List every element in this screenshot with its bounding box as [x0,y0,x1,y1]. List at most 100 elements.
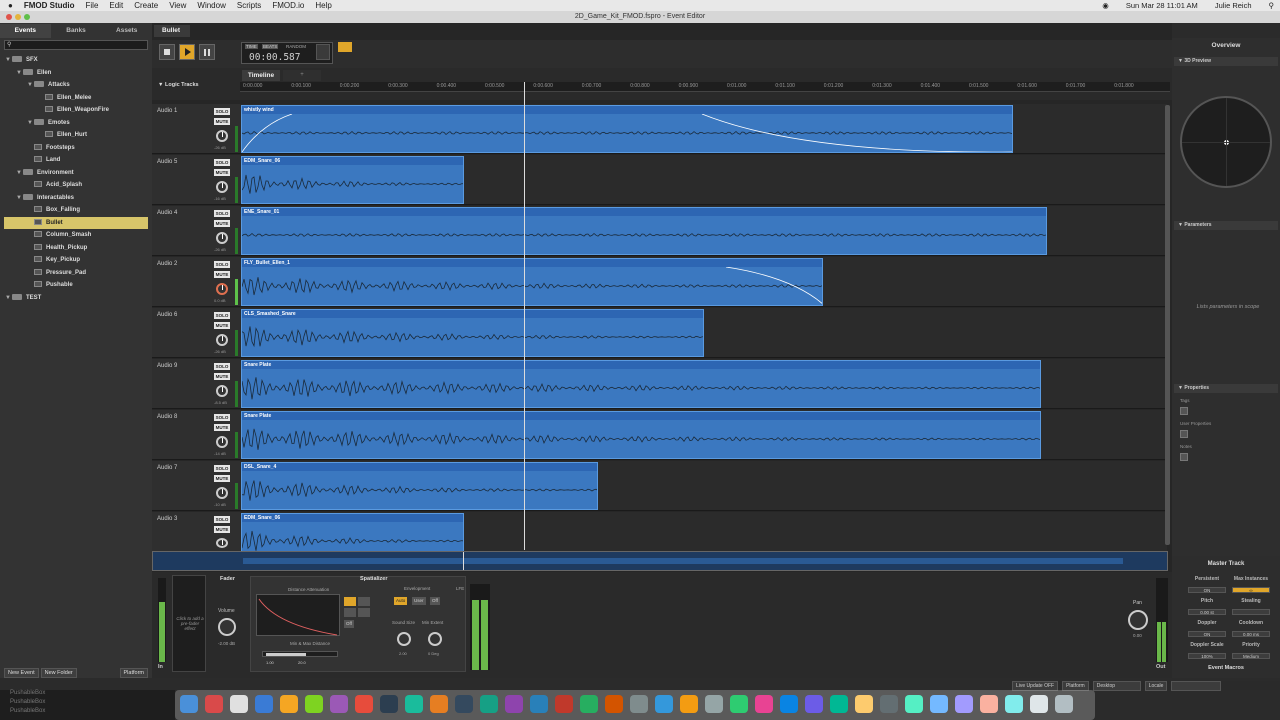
mute-button[interactable]: MUTE [214,271,230,278]
time-mode-random[interactable]: RANDOM [286,44,306,49]
clip-title-bar[interactable]: Snare Plate [242,412,1040,420]
dock-app-icon[interactable] [330,695,348,713]
menu-view[interactable]: View [169,1,186,10]
3d-preview-header[interactable]: ▼ 3D Preview [1174,57,1278,66]
tree-event[interactable]: Pressure_Pad [4,267,148,279]
track-volume-knob[interactable] [216,130,228,142]
solo-button[interactable]: SOLO [214,465,230,472]
dock-app-icon[interactable] [505,695,523,713]
solo-button[interactable]: SOLO [214,210,230,217]
tree-event[interactable]: Ellen_WeaponFire [4,104,148,116]
add-tab-button[interactable]: + [283,70,321,81]
search-icon[interactable]: ⚲ [1269,1,1275,10]
clip-title-bar[interactable]: DSL_Snare_4 [242,463,597,471]
track-volume-knob[interactable] [216,487,228,499]
track-volume-knob[interactable] [216,436,228,448]
dock-app-icon[interactable] [355,695,373,713]
menu-window[interactable]: Window [197,1,225,10]
tree-event[interactable]: Box_Falling [4,204,148,216]
solo-button[interactable]: SOLO [214,414,230,421]
pan-knob[interactable] [1128,610,1148,630]
tree-event[interactable]: Land [4,154,148,166]
envelopment-user[interactable]: User [412,597,426,605]
add-note-button[interactable] [1180,453,1188,461]
tree-event[interactable]: Acid_Splash [4,179,148,191]
expand-icon[interactable]: ▼ [15,67,23,79]
properties-header[interactable]: ▼ Properties [1174,384,1278,393]
timeline-scrollbar[interactable] [1165,105,1170,545]
mute-button[interactable]: MUTE [214,220,230,227]
mute-button[interactable]: MUTE [214,373,230,380]
dock-app-icon[interactable] [1055,695,1073,713]
curve-type-linear-squared[interactable] [344,597,356,606]
expand-icon[interactable]: ▼ [4,292,12,304]
dock-app-icon[interactable] [1030,695,1048,713]
solo-button[interactable]: SOLO [214,516,230,523]
tree-folder[interactable]: ▼ Environment [4,167,148,179]
mute-button[interactable]: MUTE [214,169,230,176]
mute-button[interactable]: MUTE [214,322,230,329]
cooldown-field[interactable]: 0.00 ms [1232,631,1270,637]
min-distance-value[interactable]: 1.00 [266,660,274,665]
tree-event[interactable]: Ellen_Hurt [4,129,148,141]
envelopment-auto[interactable]: Auto [394,597,408,605]
dock-app-icon[interactable] [655,695,673,713]
minimize-window-button[interactable] [15,14,21,20]
tab-events[interactable]: Events [0,24,51,38]
expand-icon[interactable]: ▼ [15,192,23,204]
user-name[interactable]: Julie Reich [1215,1,1252,10]
solo-button[interactable]: SOLO [214,108,230,115]
clip-title-bar[interactable]: FLY_Bullet_Ellen_1 [242,259,822,267]
desktop-file[interactable]: PushableBox [10,708,45,714]
min-extent-knob[interactable] [428,632,442,646]
add-user-property-button[interactable] [1180,430,1188,438]
mute-button[interactable]: MUTE [214,424,230,431]
tab-assets[interactable]: Assets [101,24,152,38]
platform-button[interactable]: Platform [119,667,148,678]
max-instances-field[interactable]: ∞ [1232,587,1270,593]
track-name[interactable]: Audio 3 [157,516,177,522]
track-name[interactable]: Audio 8 [157,414,177,420]
3d-preview-panner[interactable] [1180,96,1272,188]
dock-app-icon[interactable] [830,695,848,713]
menu-create[interactable]: Create [134,1,158,10]
desktop-file[interactable]: PushableBox [10,699,45,705]
tree-event[interactable]: Pushable [4,279,148,291]
add-tag-button[interactable] [1180,407,1188,415]
dock-app-icon[interactable] [180,695,198,713]
tree-folder[interactable]: ▼ TEST [4,292,148,304]
tree-event[interactable]: Health_Pickup [4,242,148,254]
tree-folder[interactable]: ▼ Interactables [4,192,148,204]
dock-app-icon[interactable] [205,695,223,713]
dock-app-icon[interactable] [280,695,298,713]
app-menu[interactable]: FMOD Studio [24,1,75,10]
track-name[interactable]: Audio 2 [157,261,177,267]
dock-app-icon[interactable] [805,695,823,713]
curve-type-inverse[interactable] [344,608,356,617]
clip-title-bar[interactable]: CLS_Smashed_Snare [242,310,703,318]
expand-icon[interactable]: ▼ [15,167,23,179]
curve-type-custom[interactable] [358,608,370,617]
track-name[interactable]: Audio 4 [157,210,177,216]
envelopment-off[interactable]: Off [430,597,440,605]
locale-dropdown[interactable] [1171,680,1222,691]
solo-button[interactable]: SOLO [214,363,230,370]
min-max-distance-slider[interactable] [262,651,338,657]
dock-app-icon[interactable] [530,695,548,713]
solo-button[interactable]: SOLO [214,159,230,166]
volume-knob[interactable] [218,618,236,636]
tab-banks[interactable]: Banks [51,24,102,38]
dock-app-icon[interactable] [555,695,573,713]
wifi-icon[interactable]: ◉ [1102,1,1109,10]
dock-app-icon[interactable] [405,695,423,713]
dock-app-icon[interactable] [930,695,948,713]
mute-button[interactable]: MUTE [214,526,230,533]
tree-event[interactable]: Key_Pickup [4,254,148,266]
playhead[interactable] [524,82,525,550]
track-volume-knob[interactable] [216,232,228,244]
time-mode-time[interactable]: TIME [245,44,258,49]
dock-app-icon[interactable] [605,695,623,713]
platform-dropdown[interactable]: Desktop [1092,680,1141,691]
tab-timeline[interactable]: Timeline [242,70,280,81]
tree-event[interactable]: Column_Smash [4,229,148,241]
